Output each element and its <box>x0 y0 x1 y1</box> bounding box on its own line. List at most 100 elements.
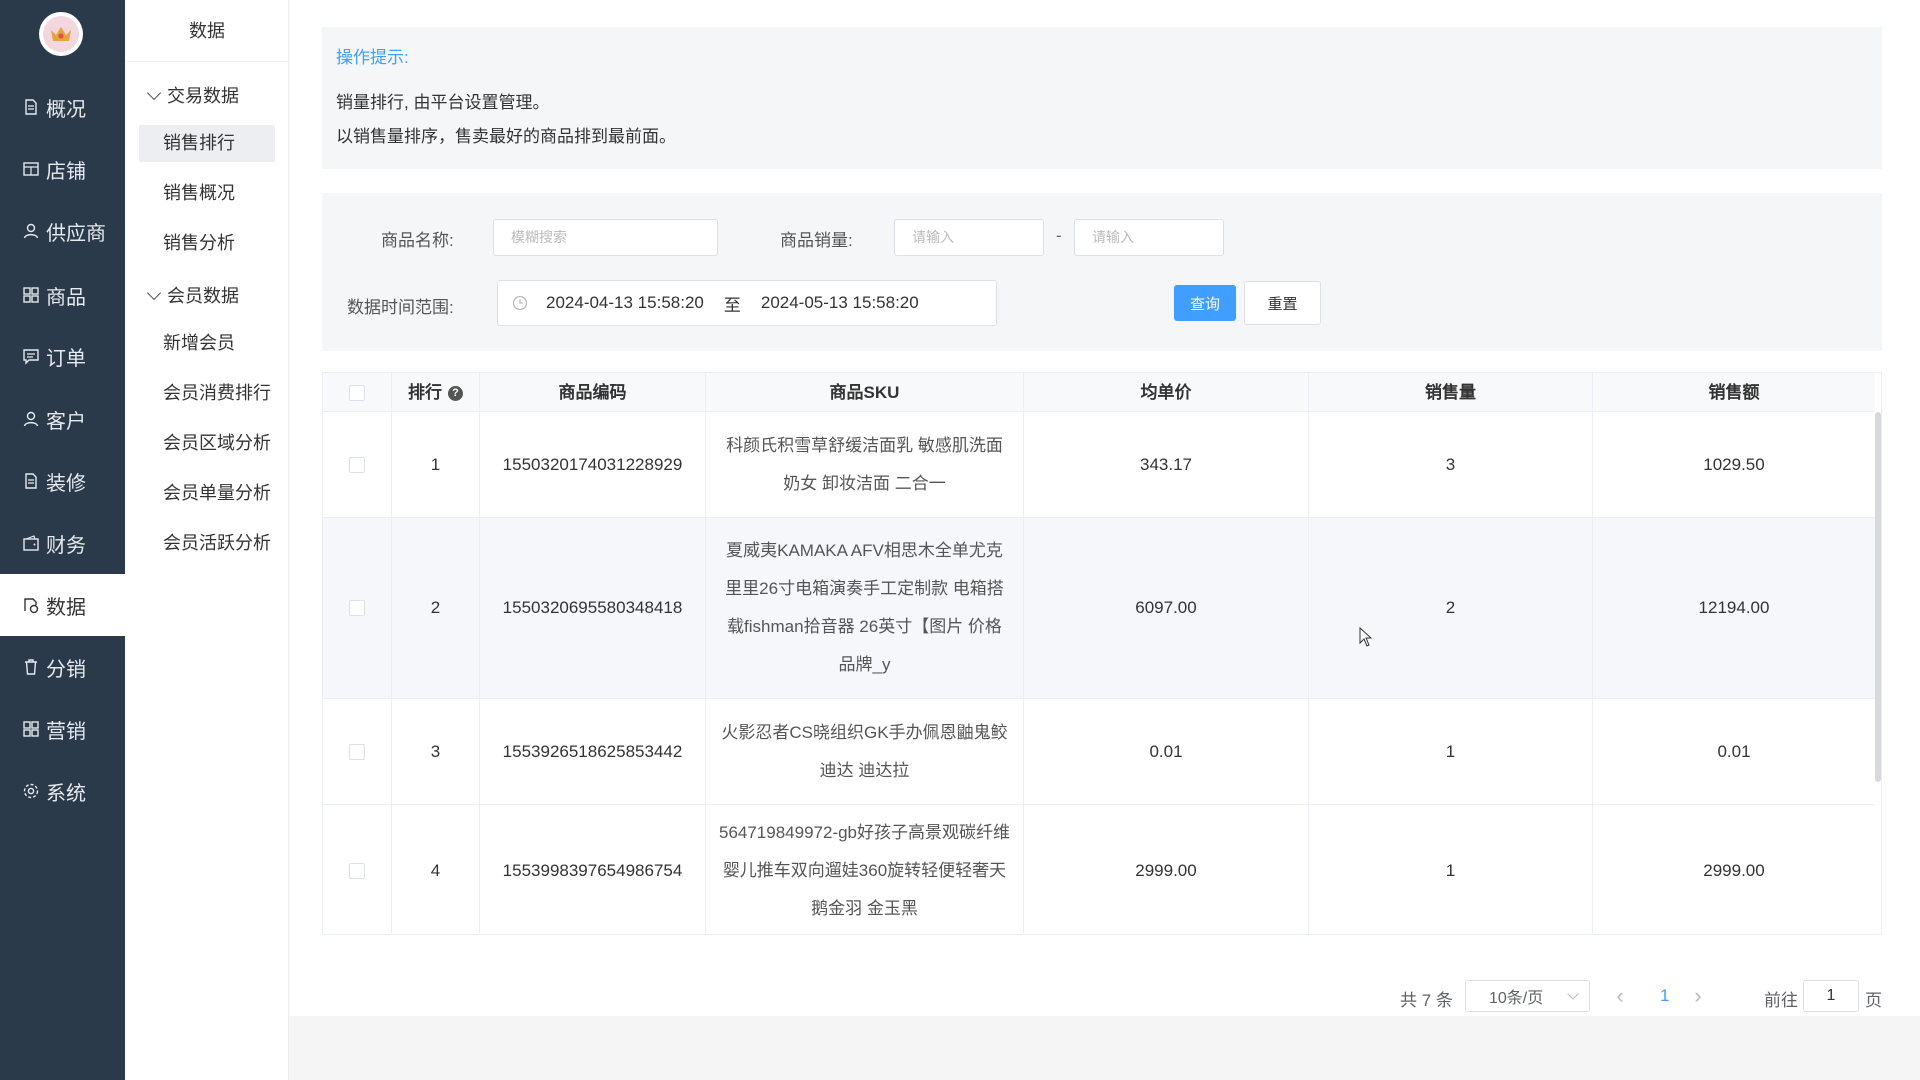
rank-cell: 3 <box>392 699 480 804</box>
main-content: 操作提示: 销量排行, 由平台设置管理。 以销售量排序，售卖最好的商品排到最前面… <box>290 0 1920 1016</box>
crown-icon <box>43 16 79 52</box>
range-dash: - <box>1056 226 1062 245</box>
select-all-checkbox[interactable] <box>349 384 365 401</box>
subnav-group-trade[interactable]: 交易数据 <box>146 82 239 108</box>
nav-item[interactable]: 数据 <box>0 574 125 636</box>
sku-cell: 科颜氏积雪草舒缓洁面乳 敏感肌洗面奶女 卸妆洁面 二合一 <box>706 412 1024 517</box>
date-end[interactable]: 2024-05-13 15:58:20 <box>761 293 919 313</box>
document-icon <box>21 471 41 491</box>
sales-rank-table: 排行? 商品编码 商品SKU 均单价 销售量 销售额 1 15503201740… <box>322 372 1882 935</box>
subnav-item-sales-overview[interactable]: 销售概况 <box>139 175 275 212</box>
pagination: 共 7 条 10条/页 ‹ 1 › 前往 1 页 <box>290 980 1920 1014</box>
subnav-item-sales-analysis[interactable]: 销售分析 <box>139 225 275 262</box>
nav-item[interactable]: 客户 <box>0 388 125 450</box>
nav-item[interactable]: 商品 <box>0 264 125 326</box>
product-name-input[interactable]: 模糊搜索 <box>493 219 718 256</box>
header-checkbox-cell <box>323 373 392 412</box>
amount-cell: 12194.00 <box>1698 598 1770 617</box>
next-page-button[interactable]: › <box>1688 982 1708 1010</box>
mouse-cursor-icon <box>1359 626 1373 652</box>
tips-line: 以销售量排序，售卖最好的商品排到最前面。 <box>336 127 676 146</box>
qty-cell: 1 <box>1309 805 1593 934</box>
nav-item-label: 店铺 <box>46 160 86 183</box>
header-code: 商品编码 <box>480 373 706 412</box>
total-count: 共 7 条 <box>1400 991 1453 1010</box>
clock-icon <box>512 295 528 311</box>
subnav-title: 数据 <box>125 0 289 62</box>
table-row[interactable]: 4 1553998397654986754 564719849972-gb好孩子… <box>323 805 1875 934</box>
subnav-item-sales-rank[interactable]: 销售排行 <box>139 125 275 162</box>
tips-title: 操作提示: <box>336 48 409 67</box>
nav-item[interactable]: 系统 <box>0 760 125 822</box>
nav-item[interactable]: 店铺 <box>0 138 125 200</box>
current-page[interactable]: 1 <box>1660 980 1669 1012</box>
date-start[interactable]: 2024-04-13 15:58:20 <box>546 293 704 313</box>
rank-cell: 2 <box>392 518 480 698</box>
data-icon <box>21 595 41 615</box>
amount-cell: 0.01 <box>1717 741 1751 761</box>
nav-item[interactable]: 财务 <box>0 512 125 574</box>
row-checkbox[interactable] <box>349 862 365 879</box>
subnav-item-member-orders[interactable]: 会员单量分析 <box>139 475 275 512</box>
subnav-item-new-members[interactable]: 新增会员 <box>139 325 275 362</box>
main-nav: 概况店铺供应商商品订单客户装修财务数据分销营销系统 <box>0 0 125 1080</box>
subnav-item-member-spend-rank[interactable]: 会员消费排行 <box>139 375 275 412</box>
reset-button[interactable]: 重置 <box>1244 281 1321 325</box>
table-row[interactable]: 3 1553926518625853442 火影忍者CS晓组织GK手办佩恩鼬鬼鲛… <box>323 699 1875 805</box>
nav-item-label: 装修 <box>46 472 86 495</box>
row-checkbox[interactable] <box>349 600 365 616</box>
chevron-down-icon <box>146 285 162 300</box>
sku-cell: 夏威夷KAMAKA AFV相思木全单尤克里里26寸电箱演奏手工定制款 电箱搭载f… <box>706 518 1024 698</box>
shop-icon <box>21 159 41 179</box>
nav-item[interactable]: 装修 <box>0 450 125 512</box>
date-separator: 至 <box>723 295 741 315</box>
nav-item-label: 订单 <box>46 347 86 370</box>
chevron-down-icon <box>1567 988 1579 1000</box>
goto-prefix: 前往 <box>1764 991 1798 1010</box>
date-range-picker[interactable]: 2024-04-13 15:58:20 至 2024-05-13 15:58:2… <box>497 280 997 326</box>
nav-item-label: 供应商 <box>46 222 106 245</box>
price-cell: 2999.00 <box>1024 805 1309 934</box>
nav-item[interactable]: 概况 <box>0 76 125 138</box>
sku-cell: 564719849972-gb好孩子高景观碳纤维婴儿推车双向遛娃360旋转轻便轻… <box>706 805 1024 934</box>
nav-item-label: 分销 <box>46 658 86 681</box>
subnav-item-member-region[interactable]: 会员区域分析 <box>139 425 275 462</box>
nav-item[interactable]: 营销 <box>0 698 125 760</box>
row-checkbox[interactable] <box>349 743 365 760</box>
footer-area <box>290 1016 1920 1080</box>
query-button[interactable]: 查询 <box>1174 285 1236 321</box>
header-rank-label: 排行 <box>408 383 442 402</box>
nav-item-label: 数据 <box>46 596 86 619</box>
page-size-select[interactable]: 10条/页 <box>1465 980 1590 1012</box>
row-checkbox-cell <box>323 412 392 517</box>
header-rank: 排行? <box>392 373 480 412</box>
sales-min-input[interactable]: 请输入 <box>894 219 1044 256</box>
wallet-icon <box>21 533 41 553</box>
logo[interactable] <box>39 12 83 56</box>
rank-cell: 4 <box>392 805 480 934</box>
subnav-item-member-activity[interactable]: 会员活跃分析 <box>139 525 275 562</box>
rank-cell: 1 <box>392 412 480 517</box>
row-checkbox[interactable] <box>349 456 365 473</box>
header-amount: 销售额 <box>1708 383 1760 402</box>
table-scrollbar[interactable] <box>1875 412 1881 782</box>
table-header: 排行? 商品编码 商品SKU 均单价 销售量 销售额 <box>323 373 1875 412</box>
row-checkbox-cell <box>323 805 392 934</box>
goto-page-input[interactable]: 1 <box>1803 980 1859 1012</box>
nav-item-label: 系统 <box>46 782 86 805</box>
nav-item[interactable]: 供应商 <box>0 200 125 262</box>
nav-item[interactable]: 订单 <box>0 325 125 387</box>
goto-suffix: 页 <box>1865 991 1882 1010</box>
message-icon <box>21 346 41 366</box>
table-row[interactable]: 2 1550320695580348418 夏威夷KAMAKA AFV相思木全单… <box>323 518 1875 699</box>
table-row[interactable]: 1 1550320174031228929 科颜氏积雪草舒缓洁面乳 敏感肌洗面奶… <box>323 412 1875 518</box>
sales-max-input[interactable]: 请输入 <box>1074 219 1224 256</box>
prev-page-button[interactable]: ‹ <box>1610 982 1630 1010</box>
nav-item-label: 营销 <box>46 720 86 743</box>
subnav-group-member[interactable]: 会员数据 <box>146 282 239 308</box>
help-icon[interactable]: ? <box>448 386 463 402</box>
qty-cell: 1 <box>1309 699 1593 804</box>
subnav-group-label: 交易数据 <box>167 86 239 106</box>
nav-item[interactable]: 分销 <box>0 636 125 698</box>
sales-qty-label: 商品销量: <box>780 231 853 250</box>
